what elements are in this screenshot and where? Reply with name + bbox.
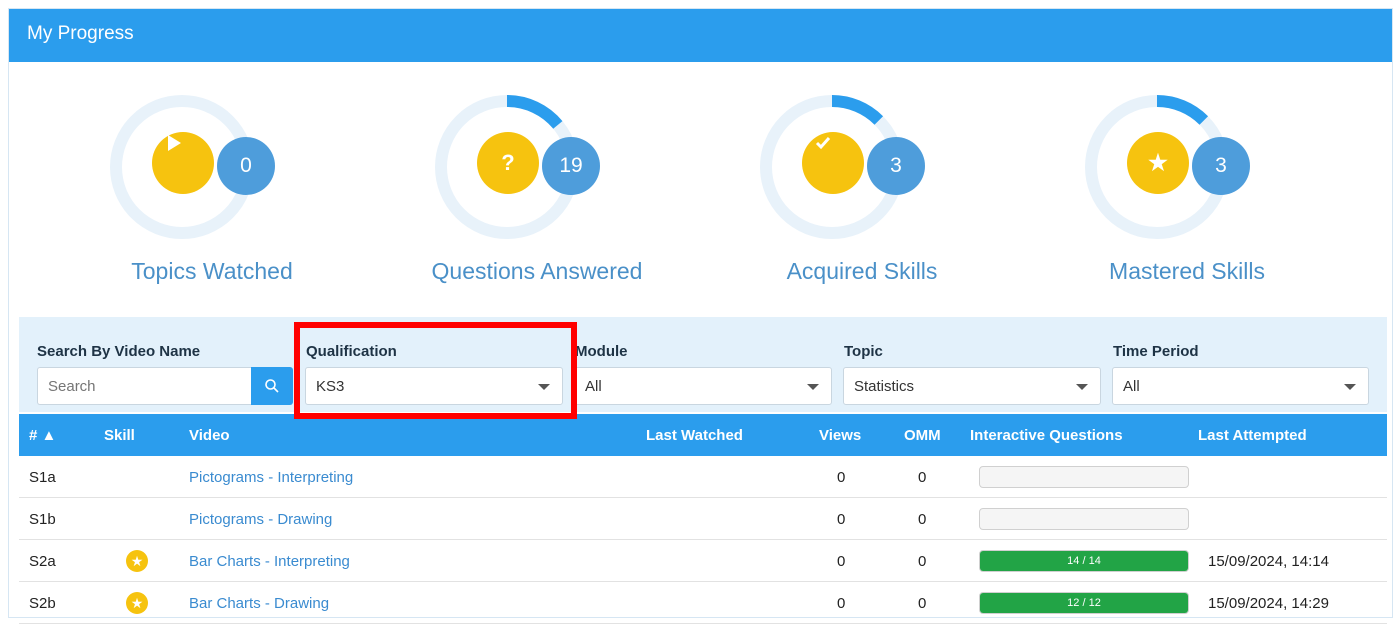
iq-progress-bar: 14 / 14 [979, 550, 1189, 572]
star-icon: ★ [1127, 132, 1189, 194]
mastered-star-icon: ★ [126, 550, 148, 572]
video-link[interactable]: Bar Charts - Interpreting [189, 553, 350, 570]
column-header-interactive-questions[interactable]: Interactive Questions [970, 427, 1123, 444]
row-id: S2b [29, 595, 56, 612]
question-icon: ? [477, 132, 539, 194]
stat-acquired-skills: 3 Acquired Skills [747, 92, 1007, 292]
questions-answered-count: 19 [542, 137, 600, 195]
topic-value: Statistics [854, 378, 915, 395]
column-header-last-watched[interactable]: Last Watched [646, 427, 743, 444]
row-omm: 0 [918, 553, 927, 570]
filter-bar: Search By Video Name Qualification KS3 M… [19, 317, 1387, 412]
stat-label: Acquired Skills [786, 258, 938, 284]
qualification-highlight-box [294, 322, 577, 419]
table-header: # ▲ Skill Video Last Watched Views OMM I… [19, 414, 1387, 456]
iq-progress-fill: 12 / 12 [980, 593, 1188, 613]
search-button[interactable] [251, 367, 293, 405]
row-id: S1a [29, 469, 56, 486]
column-header-omm[interactable]: OMM [904, 427, 941, 444]
video-link[interactable]: Pictograms - Interpreting [189, 469, 353, 486]
topic-select[interactable]: Statistics [843, 367, 1101, 405]
chevron-down-icon [807, 384, 819, 390]
iq-progress-fill: 14 / 14 [980, 551, 1188, 571]
time-period-select[interactable]: All [1112, 367, 1369, 405]
row-omm: 0 [918, 595, 927, 612]
row-id: S1b [29, 511, 56, 528]
row-views: 0 [837, 469, 846, 486]
iq-progress-bar [979, 508, 1189, 530]
iq-progress-bar [979, 466, 1189, 488]
stat-mastered-skills: ★ 3 Mastered Skills [1072, 92, 1332, 292]
row-views: 0 [837, 511, 846, 528]
table-row: S1a Pictograms - Interpreting 0 0 [19, 456, 1387, 498]
column-header-skill[interactable]: Skill [104, 427, 135, 444]
topics-watched-count: 0 [217, 137, 275, 195]
column-header-id[interactable]: # ▲ [29, 427, 56, 444]
column-header-last-attempted[interactable]: Last Attempted [1198, 427, 1307, 444]
panel-title: My Progress [9, 9, 1392, 62]
topic-label: Topic [844, 343, 883, 360]
mastered-skills-count: 3 [1192, 137, 1250, 195]
module-label: Module [575, 343, 628, 360]
stat-label: Mastered Skills [1109, 258, 1265, 284]
chevron-down-icon [1076, 384, 1088, 390]
table-row: S1b Pictograms - Drawing 0 0 [19, 498, 1387, 540]
video-link[interactable]: Bar Charts - Drawing [189, 595, 329, 612]
row-id: S2a [29, 553, 56, 570]
stat-questions-answered: ? 19 Questions Answered [422, 92, 682, 292]
stat-label: Questions Answered [431, 258, 643, 284]
stat-topics-watched: 0 Topics Watched [97, 92, 357, 292]
table-row: S2a ★ Bar Charts - Interpreting 0 0 14 /… [19, 540, 1387, 582]
chevron-down-icon [1344, 384, 1356, 390]
search-label: Search By Video Name [37, 343, 201, 360]
column-header-video[interactable]: Video [189, 427, 230, 444]
row-last-attempted: 15/09/2024, 14:14 [1208, 553, 1329, 570]
time-period-value: All [1123, 378, 1140, 395]
column-header-views[interactable]: Views [819, 427, 861, 444]
stat-label: Topics Watched [131, 258, 293, 284]
table-row: S2b ★ Bar Charts - Drawing 0 0 12 / 12 1… [19, 582, 1387, 624]
row-views: 0 [837, 595, 846, 612]
play-icon [152, 132, 214, 194]
row-omm: 0 [918, 511, 927, 528]
search-input[interactable] [37, 367, 251, 405]
row-views: 0 [837, 553, 846, 570]
search-icon [265, 379, 279, 393]
check-icon [802, 132, 864, 194]
acquired-skills-count: 3 [867, 137, 925, 195]
row-last-attempted: 15/09/2024, 14:29 [1208, 595, 1329, 612]
progress-panel: My Progress 0 Topics Watched ? 19 Questi… [8, 8, 1393, 624]
module-value: All [585, 378, 602, 395]
module-select[interactable]: All [574, 367, 832, 405]
time-period-label: Time Period [1113, 343, 1199, 360]
video-link[interactable]: Pictograms - Drawing [189, 511, 332, 528]
row-omm: 0 [918, 469, 927, 486]
